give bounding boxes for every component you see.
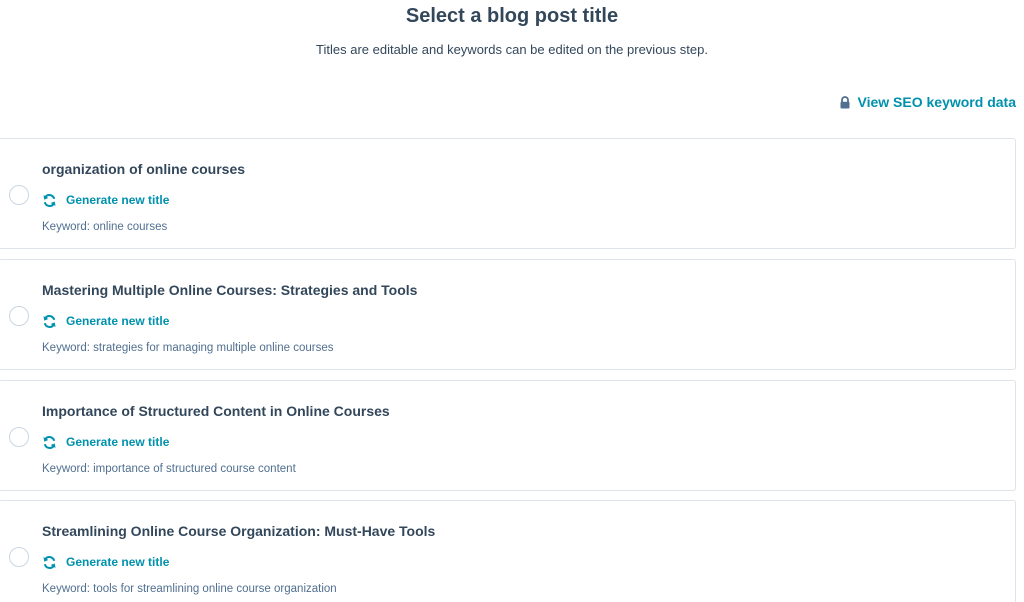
generate-new-title-button[interactable]: Generate new title <box>42 192 169 208</box>
title-option-card[interactable]: Streamlining Online Course Organization:… <box>0 500 1016 602</box>
title-option-text[interactable]: Importance of Structured Content in Onli… <box>42 402 390 420</box>
generate-new-title-button[interactable]: Generate new title <box>42 434 169 450</box>
title-option-card[interactable]: Mastering Multiple Online Courses: Strat… <box>0 259 1016 370</box>
generate-new-title-button[interactable]: Generate new title <box>42 313 169 329</box>
refresh-icon <box>42 555 57 570</box>
title-option-card[interactable]: Importance of Structured Content in Onli… <box>0 380 1016 491</box>
title-selection-page: Select a blog post title Titles are edit… <box>0 0 1024 602</box>
generate-new-title-label: Generate new title <box>66 314 170 328</box>
page-subtitle: Titles are editable and keywords can be … <box>316 42 708 57</box>
title-option-radio[interactable] <box>9 427 29 447</box>
title-option-radio[interactable] <box>9 306 29 326</box>
keyword-label: Keyword: strategies for managing multipl… <box>42 342 334 354</box>
refresh-icon <box>42 435 57 450</box>
view-seo-keyword-data-label: View SEO keyword data <box>857 94 1016 110</box>
lock-icon <box>839 95 851 109</box>
generate-new-title-button[interactable]: Generate new title <box>42 554 169 570</box>
generate-new-title-label: Generate new title <box>66 193 170 207</box>
title-option-card[interactable]: organization of online courses Generate … <box>0 138 1016 249</box>
refresh-icon <box>42 193 57 208</box>
title-option-text[interactable]: Mastering Multiple Online Courses: Strat… <box>42 281 417 299</box>
keyword-label: Keyword: tools for streamlining online c… <box>42 583 337 595</box>
generate-new-title-label: Generate new title <box>66 555 170 569</box>
view-seo-keyword-data-link[interactable]: View SEO keyword data <box>839 93 1016 111</box>
refresh-icon <box>42 314 57 329</box>
title-option-radio[interactable] <box>9 547 29 567</box>
generate-new-title-label: Generate new title <box>66 435 170 449</box>
title-option-text[interactable]: Streamlining Online Course Organization:… <box>42 522 435 540</box>
keyword-label: Keyword: online courses <box>42 221 168 233</box>
keyword-label: Keyword: importance of structured course… <box>42 463 296 475</box>
page-title: Select a blog post title <box>405 5 619 27</box>
title-option-radio[interactable] <box>9 185 29 205</box>
title-option-text[interactable]: organization of online courses <box>42 160 245 178</box>
